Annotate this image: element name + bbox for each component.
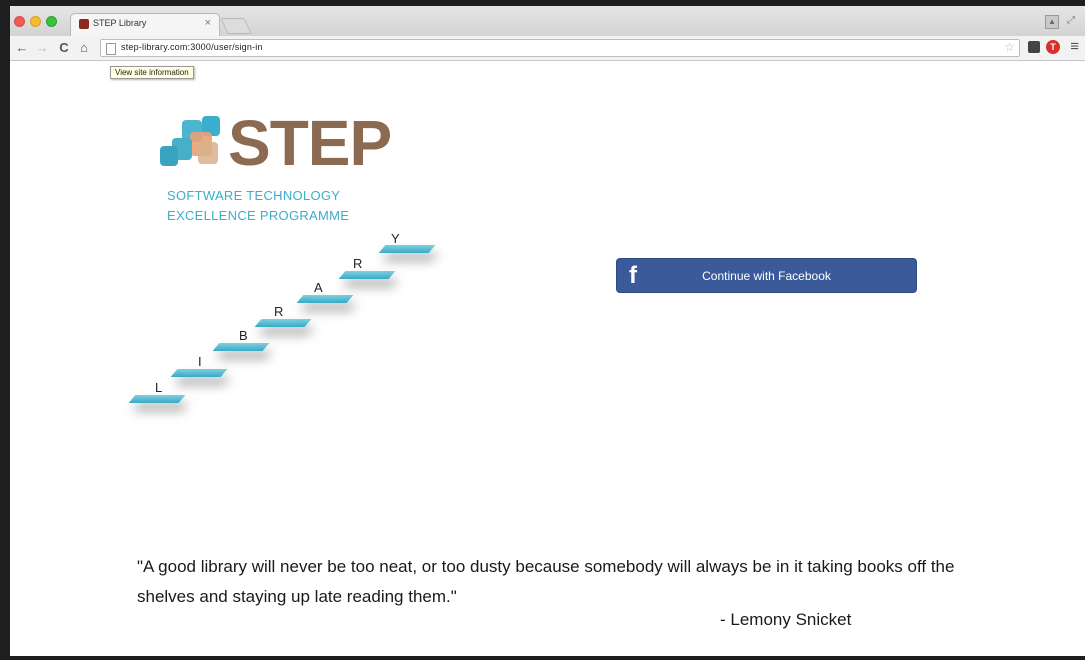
site-info-tooltip: View site information: [110, 66, 194, 79]
extension-badge-icon[interactable]: T: [1046, 40, 1060, 54]
maximize-window-button[interactable]: [46, 16, 57, 27]
menu-icon[interactable]: ≡: [1070, 38, 1079, 55]
stair-letter: I: [198, 354, 202, 369]
stair-step: [170, 369, 228, 377]
profile-icon[interactable]: ▲: [1045, 15, 1059, 29]
reload-button[interactable]: C: [56, 40, 72, 56]
close-window-button[interactable]: [14, 16, 25, 27]
fullscreen-icon[interactable]: ⤢: [1067, 15, 1079, 27]
stair-step: [338, 271, 396, 279]
tab-strip: STEP Library × ▲ ⤢: [10, 6, 1085, 37]
tab-step-library[interactable]: STEP Library ×: [70, 13, 220, 36]
new-tab-button[interactable]: [220, 18, 252, 34]
continue-with-facebook-button[interactable]: f Continue with Facebook: [616, 258, 917, 293]
forward-button[interactable]: →: [34, 40, 50, 56]
window-controls: [14, 16, 57, 27]
browser-toolbar: ← → C ⌂ step-library.com:3000/user/sign-…: [10, 36, 1085, 61]
logo-subtitle-line1: SOFTWARE TECHNOLOGY: [167, 188, 341, 203]
facebook-button-label: Continue with Facebook: [702, 269, 831, 283]
stair-letter: R: [274, 304, 284, 319]
stair-letter: A: [314, 280, 323, 295]
page-info-icon[interactable]: [106, 43, 116, 55]
stair-letter: R: [353, 256, 363, 271]
stair-step: [296, 295, 354, 303]
step-logo: STEP SOFTWARE TECHNOLOGY EXCELLENCE PROG…: [160, 107, 410, 232]
stair-step: [128, 395, 186, 403]
stair-letter: Y: [391, 231, 400, 246]
tab-close-icon[interactable]: ×: [205, 17, 211, 29]
quote-text: "A good library will never be too neat, …: [137, 557, 955, 606]
minimize-window-button[interactable]: [30, 16, 41, 27]
tab-title: STEP Library: [93, 18, 147, 28]
address-bar[interactable]: step-library.com:3000/user/sign-in ☆: [100, 39, 1020, 57]
bookmark-star-icon[interactable]: ☆: [1004, 40, 1015, 54]
stair-letter: L: [155, 380, 163, 395]
logo-blocks-icon: [160, 112, 230, 172]
pocket-extension-icon[interactable]: [1028, 41, 1040, 53]
back-button[interactable]: ←: [14, 40, 30, 56]
url-text: step-library.com:3000/user/sign-in: [121, 42, 263, 52]
browser-window: STEP Library × ▲ ⤢ ← → C ⌂ step-library.…: [10, 6, 1085, 656]
quote-author: - Lemony Snicket: [720, 610, 852, 629]
stair-step: [254, 319, 312, 327]
favicon-icon: [79, 19, 89, 29]
stair-letter: B: [239, 328, 248, 343]
stair-step: [378, 245, 436, 253]
stair-step: [212, 343, 270, 351]
logo-wordmark: STEP: [228, 107, 392, 179]
logo-subtitle-line2: EXCELLENCE PROGRAMME: [167, 208, 350, 223]
library-stairs-illustration: L I B R A R Y: [120, 231, 450, 431]
home-button[interactable]: ⌂: [76, 40, 92, 56]
